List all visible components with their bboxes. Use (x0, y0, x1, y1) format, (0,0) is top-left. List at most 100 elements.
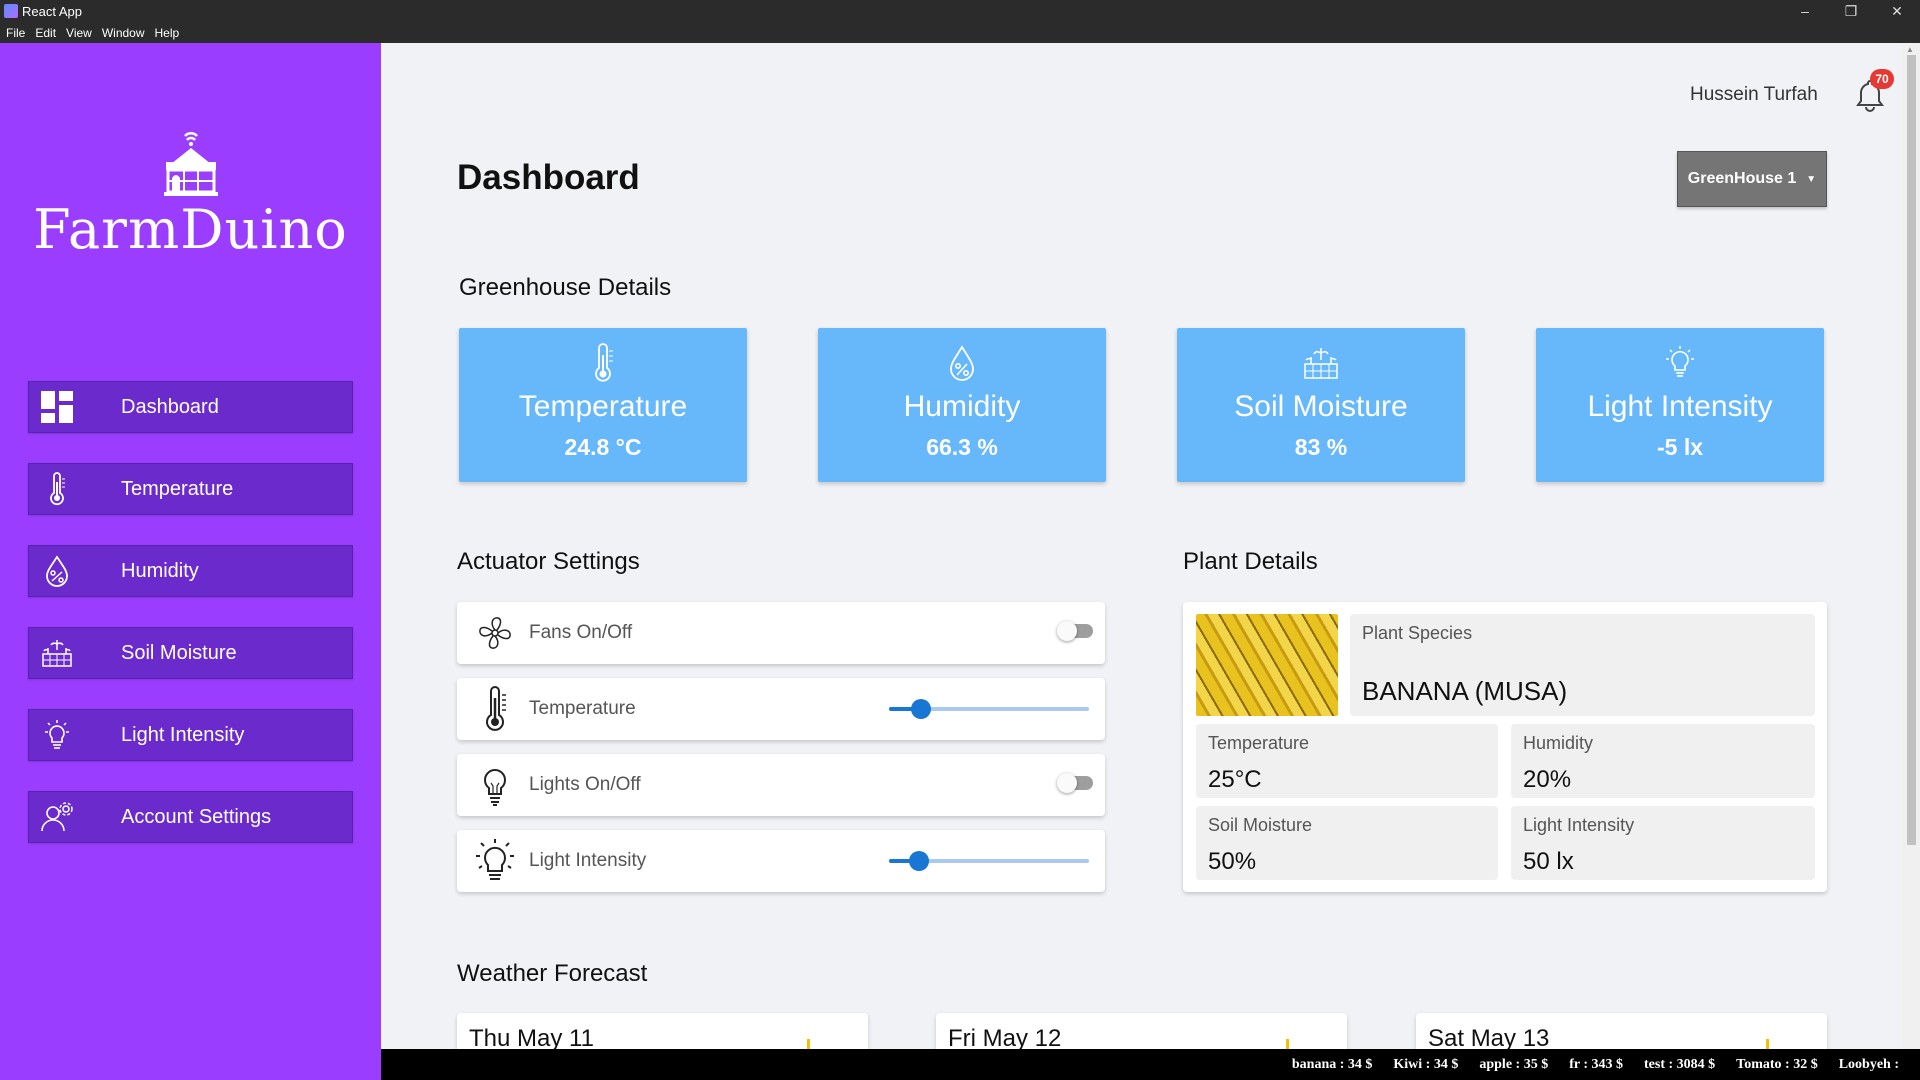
plant-stat-soil-moisture: Soil Moisture 50% (1196, 806, 1498, 880)
light-intensity-slider[interactable] (889, 851, 1089, 871)
scrollbar[interactable]: ▲ (1902, 43, 1920, 1049)
soil-moisture-icon (31, 627, 83, 679)
humidity-icon (31, 545, 83, 597)
sidebar-item-label: Soil Moisture (121, 641, 237, 664)
title-bar: React App – ❐ ✕ (0, 0, 1920, 22)
restore-button[interactable]: ❐ (1828, 0, 1874, 22)
ticker-item: Loobyeh : (1838, 1056, 1899, 1072)
dashboard-icon (31, 381, 83, 433)
sidebar: FarmDuino Dashboard Temperature Humidity… (0, 43, 381, 1080)
stat-card-temperature[interactable]: Temperature 24.8 °C (459, 328, 747, 482)
plant-stat-label: Humidity (1523, 733, 1594, 753)
window-controls: – ❐ ✕ (1782, 0, 1920, 22)
stat-value: -5 lx (1656, 434, 1704, 460)
thermometer-icon (467, 681, 523, 737)
sidebar-item-dashboard[interactable]: Dashboard (28, 381, 353, 433)
plant-stat-value: 50% (1208, 848, 1257, 875)
ticker-item: apple : 35 $ (1479, 1056, 1549, 1072)
section-title-actuator-settings: Actuator Settings (457, 548, 640, 575)
sidebar-item-account-settings[interactable]: Account Settings (28, 791, 353, 843)
menu-view[interactable]: View (66, 26, 92, 40)
actuator-label: Temperature (529, 698, 636, 719)
toggle-knob (1057, 773, 1077, 793)
slider-thumb[interactable] (911, 699, 931, 719)
stat-value: 24.8 °C (564, 434, 642, 460)
sidebar-item-label: Light Intensity (121, 723, 245, 746)
ticker-item: Tomato : 32 $ (1736, 1056, 1818, 1072)
fans-toggle[interactable] (1057, 621, 1093, 641)
stat-label: Soil Moisture (1234, 390, 1408, 423)
brand-name: FarmDuino (33, 198, 348, 261)
actuator-label: Light Intensity (529, 850, 647, 871)
lights-toggle[interactable] (1057, 773, 1093, 793)
plant-image (1196, 614, 1338, 716)
minimize-button[interactable]: – (1782, 0, 1828, 22)
stat-card-soil-moisture[interactable]: Soil Moisture 83 % (1177, 328, 1465, 482)
plant-stat-value: 50 lx (1523, 848, 1574, 875)
actuator-lights: Lights On/Off (457, 754, 1105, 816)
caret-down-icon: ▼ (1806, 173, 1817, 185)
sidebar-item-label: Temperature (121, 477, 234, 500)
menu-edit[interactable]: Edit (35, 26, 56, 40)
scrollbar-thumb[interactable] (1907, 55, 1916, 845)
sidebar-item-light-intensity[interactable]: Light Intensity (28, 709, 353, 761)
plant-species-box: Plant Species BANANA (MUSA) (1350, 614, 1815, 716)
plant-stat-light-intensity: Light Intensity 50 lx (1511, 806, 1815, 880)
greenhouse-select-label: GreenHouse 1 (1687, 170, 1797, 187)
plant-stat-value: 25°C (1208, 766, 1262, 793)
thermometer-icon (459, 340, 747, 386)
actuator-light-intensity: Light Intensity (457, 830, 1105, 892)
lightbulb-glow-icon (467, 833, 523, 889)
user-name[interactable]: Hussein Turfah (1690, 84, 1818, 106)
actuator-label: Lights On/Off (529, 774, 641, 795)
menu-help[interactable]: Help (155, 26, 180, 40)
ticker-item: Kiwi : 34 $ (1393, 1056, 1459, 1072)
menu-bar: File Edit View Window Help (0, 22, 1920, 43)
scroll-up-icon[interactable]: ▲ (1906, 45, 1914, 54)
stat-card-light-intensity[interactable]: Light Intensity -5 lx (1536, 328, 1824, 482)
sidebar-item-label: Account Settings (121, 805, 272, 828)
actuator-fans: Fans On/Off (457, 602, 1105, 664)
stat-value: 83 % (1294, 434, 1348, 460)
stat-card-humidity[interactable]: Humidity 66.3 % (818, 328, 1106, 482)
plant-stat-temperature: Temperature 25°C (1196, 724, 1498, 798)
slider-thumb[interactable] (909, 851, 929, 871)
ticker-item: test : 3084 $ (1644, 1056, 1716, 1072)
section-title-greenhouse-details: Greenhouse Details (459, 274, 672, 301)
sidebar-item-soil-moisture[interactable]: Soil Moisture (28, 627, 353, 679)
sidebar-item-label: Humidity (121, 559, 199, 582)
stat-label: Light Intensity (1587, 390, 1773, 423)
greenhouse-logo-icon (156, 128, 226, 198)
stat-value: 66.3 % (926, 434, 998, 460)
plant-species-label: Plant Species (1362, 623, 1473, 643)
actuator-temperature: Temperature (457, 678, 1105, 740)
account-settings-icon (31, 791, 83, 843)
window-title: React App (22, 3, 82, 19)
sidebar-item-label: Dashboard (121, 395, 219, 418)
toggle-knob (1057, 621, 1077, 641)
sidebar-item-humidity[interactable]: Humidity (28, 545, 353, 597)
stat-label: Humidity (903, 390, 1021, 423)
ticker-item: banana : 34 $ (1291, 1056, 1373, 1072)
menu-window[interactable]: Window (102, 26, 145, 40)
close-button[interactable]: ✕ (1874, 0, 1920, 22)
section-title-plant-details: Plant Details (1183, 548, 1318, 575)
page-title: Dashboard (457, 158, 640, 197)
lightbulb-icon (31, 709, 83, 761)
stat-label: Temperature (518, 390, 688, 423)
lightbulb-icon (467, 757, 523, 813)
sidebar-item-temperature[interactable]: Temperature (28, 463, 353, 515)
ticker-item: fr : 343 $ (1569, 1056, 1623, 1072)
plant-stat-humidity: Humidity 20% (1511, 724, 1815, 798)
plant-species-value: BANANA (MUSA) (1362, 676, 1568, 706)
plant-stat-label: Light Intensity (1523, 815, 1635, 835)
sidebar-nav: Dashboard Temperature Humidity Soil Mois… (28, 381, 353, 873)
plant-details-card: Plant Species BANANA (MUSA) Temperature … (1183, 602, 1827, 892)
section-title-weather-forecast: Weather Forecast (457, 960, 648, 987)
plant-stat-value: 20% (1523, 766, 1572, 793)
menu-file[interactable]: File (6, 26, 25, 40)
lightbulb-icon (1536, 340, 1824, 386)
app-icon (4, 4, 18, 18)
greenhouse-select[interactable]: GreenHouse 1 ▼ (1677, 151, 1827, 207)
temperature-slider[interactable] (889, 699, 1089, 719)
